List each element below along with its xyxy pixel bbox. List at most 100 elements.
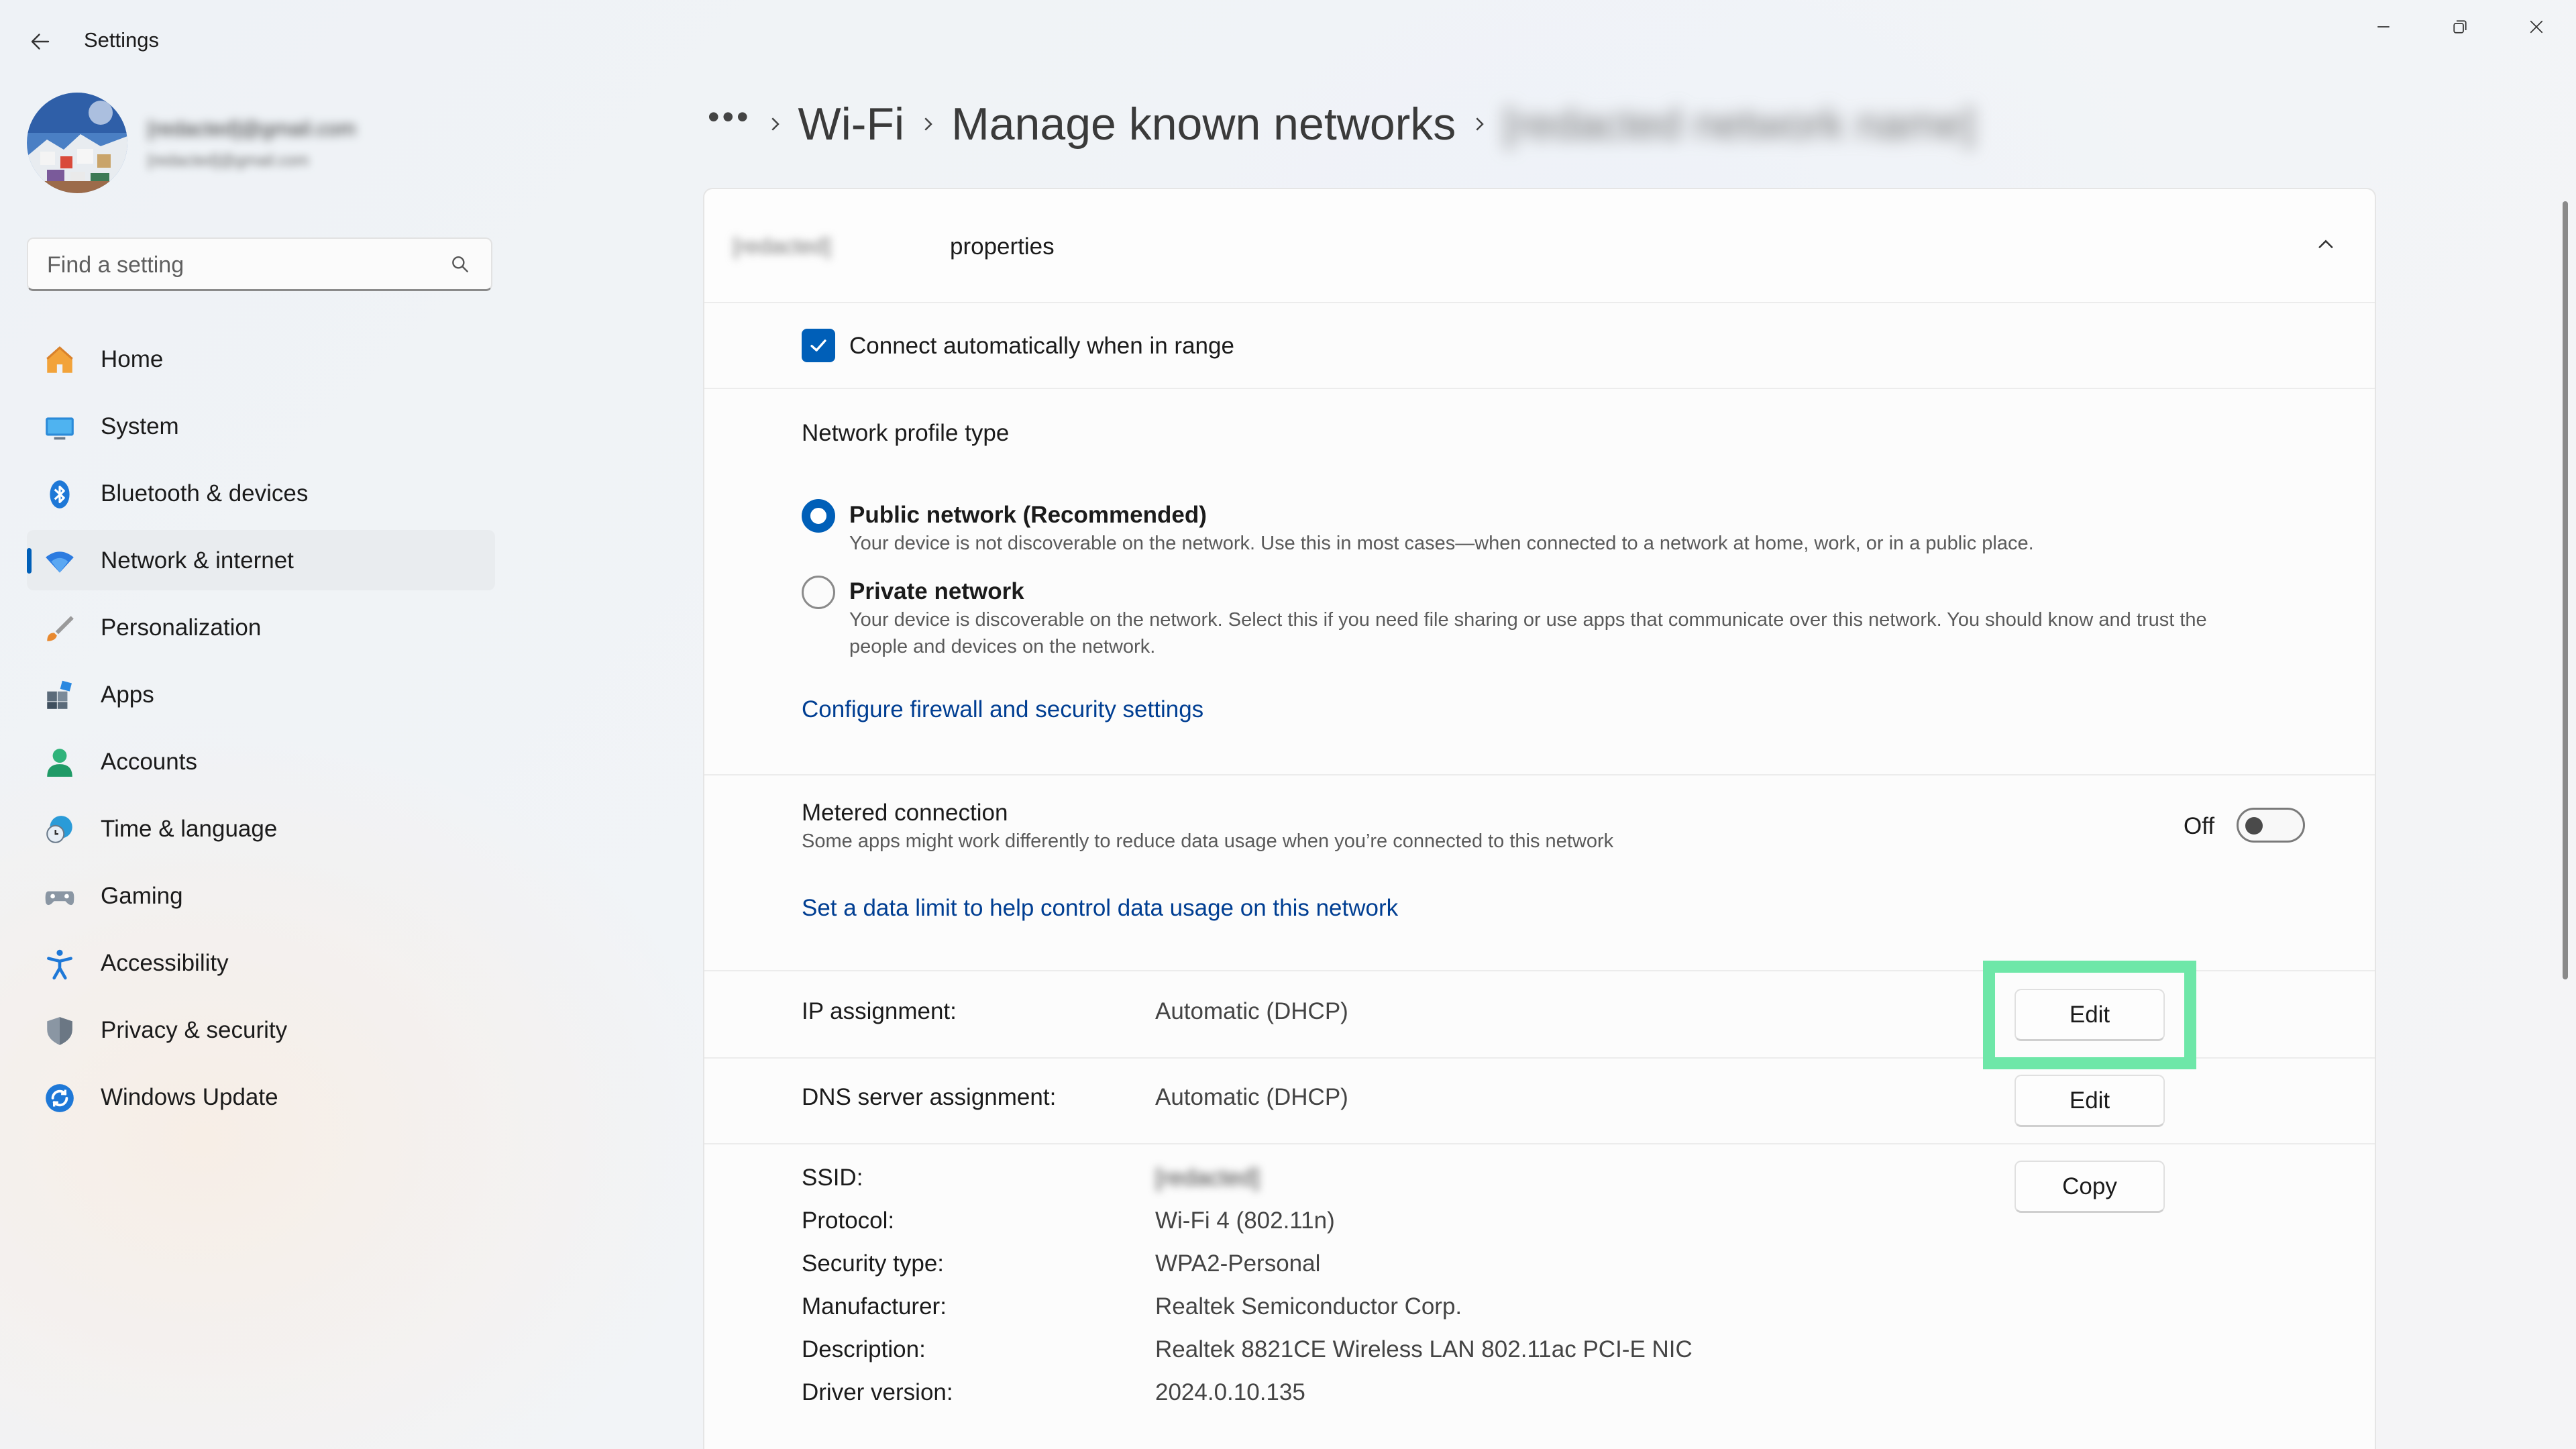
network-name: [redacted] xyxy=(733,233,831,258)
back-button[interactable] xyxy=(20,21,60,62)
sidebar-item-label: System xyxy=(101,413,179,439)
properties-header[interactable]: [redacted] properties xyxy=(704,189,2375,303)
properties-title: properties xyxy=(950,233,1055,260)
sidebar-item-network[interactable]: Network & internet xyxy=(27,530,495,590)
minimize-button[interactable] xyxy=(2347,0,2420,54)
breadcrumb: ••• Wi-Fi Manage known networks [redacte… xyxy=(708,94,1976,154)
network-profile-type-heading: Network profile type xyxy=(802,420,1010,446)
security-type-value: WPA2-Personal xyxy=(1155,1250,1321,1277)
restore-button[interactable] xyxy=(2423,0,2497,54)
sidebar-item-bluetooth[interactable]: Bluetooth & devices xyxy=(27,463,495,523)
checkmark-icon xyxy=(810,339,826,352)
breadcrumb-more-button[interactable]: ••• xyxy=(708,97,751,136)
accessibility-icon xyxy=(43,947,76,981)
public-network-radio[interactable] xyxy=(802,499,835,533)
sidebar-item-label: Apps xyxy=(101,682,154,708)
sidebar-item-label: Bluetooth & devices xyxy=(101,480,309,506)
breadcrumb-manage-known-networks[interactable]: Manage known networks xyxy=(951,98,1456,150)
brush-icon xyxy=(43,612,76,645)
sidebar-item-accessibility[interactable]: Accessibility xyxy=(27,932,495,993)
sidebar-item-gaming[interactable]: Gaming xyxy=(27,865,495,926)
copy-button[interactable]: Copy xyxy=(2015,1161,2165,1213)
chevron-right-icon xyxy=(904,114,951,134)
network-properties-card: [redacted] properties Connect automatica… xyxy=(703,188,2376,1449)
sidebar-item-time-language[interactable]: Time & language xyxy=(27,798,495,859)
data-limit-link[interactable]: Set a data limit to help control data us… xyxy=(802,895,1398,922)
private-network-description: Your device is discoverable on the netwo… xyxy=(849,609,2207,631)
system-icon xyxy=(43,411,76,444)
profile-name: [redacted]@gmail.com xyxy=(148,117,356,140)
scrollbar[interactable] xyxy=(2563,201,2568,979)
ip-assignment-edit-button[interactable]: Edit xyxy=(2015,989,2165,1041)
protocol-value: Wi-Fi 4 (802.11n) xyxy=(1155,1208,1335,1234)
breadcrumb-wifi[interactable]: Wi-Fi xyxy=(798,98,905,150)
person-icon xyxy=(43,746,76,780)
bluetooth-icon xyxy=(43,478,76,511)
close-button[interactable] xyxy=(2500,0,2573,54)
public-network-label: Public network (Recommended) xyxy=(849,502,1207,528)
sidebar-item-windows-update[interactable]: Windows Update xyxy=(27,1067,495,1127)
divider xyxy=(704,1143,2375,1144)
metered-connection-description: Some apps might work differently to redu… xyxy=(802,830,1614,852)
app-title: Settings xyxy=(84,28,160,52)
ssid-label: SSID: xyxy=(802,1165,863,1191)
settings-window: Settings [redacted]@gmail.com [redacted]… xyxy=(0,0,2576,1449)
chevron-up-icon xyxy=(2318,239,2333,249)
metered-toggle-state: Off xyxy=(2184,813,2215,839)
dns-assignment-edit-button[interactable]: Edit xyxy=(2015,1075,2165,1127)
manufacturer-value: Realtek Semiconductor Corp. xyxy=(1155,1293,1462,1320)
sidebar-item-label: Time & language xyxy=(101,816,278,842)
driver-version-value: 2024.0.10.135 xyxy=(1155,1379,1305,1405)
clock-globe-icon xyxy=(43,813,76,847)
shield-icon xyxy=(43,1014,76,1048)
sidebar-item-apps[interactable]: Apps xyxy=(27,664,495,724)
divider xyxy=(704,774,2375,775)
restore-icon xyxy=(2453,20,2467,34)
avatar xyxy=(27,93,127,193)
dns-assignment-value: Automatic (DHCP) xyxy=(1155,1084,1348,1110)
sidebar-item-personalization[interactable]: Personalization xyxy=(27,597,495,657)
sidebar-item-label: Windows Update xyxy=(101,1084,278,1110)
gamepad-icon xyxy=(43,880,76,914)
sidebar-nav: Home System Bluetooth & devices Network … xyxy=(27,329,496,1134)
search-box[interactable] xyxy=(27,237,492,291)
description-value: Realtek 8821CE Wireless LAN 802.11ac PCI… xyxy=(1155,1336,1693,1362)
private-network-radio[interactable] xyxy=(802,576,835,609)
sidebar-item-label: Accessibility xyxy=(101,950,229,976)
protocol-label: Protocol: xyxy=(802,1208,895,1234)
search-icon[interactable] xyxy=(449,254,471,275)
connect-automatically-label: Connect automatically when in range xyxy=(849,333,1234,359)
wifi-icon xyxy=(43,545,76,578)
metered-connection-toggle[interactable] xyxy=(2237,808,2305,843)
title-bar: Settings xyxy=(0,0,2576,80)
connect-automatically-checkbox[interactable] xyxy=(802,329,835,362)
configure-firewall-link[interactable]: Configure firewall and security settings xyxy=(802,696,1203,723)
profile-email: [redacted]@gmail.com xyxy=(148,152,309,170)
divider xyxy=(704,388,2375,389)
minimize-icon xyxy=(2377,26,2390,28)
ip-assignment-value: Automatic (DHCP) xyxy=(1155,998,1348,1024)
sidebar-item-system[interactable]: System xyxy=(27,396,495,456)
metered-connection-label: Metered connection xyxy=(802,800,1008,826)
collapse-button[interactable] xyxy=(2302,221,2349,268)
search-input[interactable] xyxy=(46,239,424,291)
ip-assignment-label: IP assignment: xyxy=(802,998,957,1024)
manufacturer-label: Manufacturer: xyxy=(802,1293,947,1320)
sidebar-item-privacy[interactable]: Privacy & security xyxy=(27,1000,495,1060)
divider xyxy=(704,970,2375,971)
sidebar-item-label: Home xyxy=(101,346,164,372)
chevron-right-icon xyxy=(751,114,798,134)
breadcrumb-current-network: [redacted network name] xyxy=(1503,100,1976,148)
sidebar-item-label: Accounts xyxy=(101,749,197,775)
back-arrow-icon xyxy=(31,34,50,50)
apps-icon xyxy=(43,679,76,712)
sidebar-item-label: Gaming xyxy=(101,883,183,909)
sidebar-item-home[interactable]: Home xyxy=(27,329,495,389)
sidebar-item-label: Privacy & security xyxy=(101,1017,288,1043)
user-profile[interactable]: [redacted]@gmail.com [redacted]@gmail.co… xyxy=(27,93,496,193)
update-icon xyxy=(43,1081,76,1115)
close-icon xyxy=(2530,20,2543,34)
sidebar-item-accounts[interactable]: Accounts xyxy=(27,731,495,792)
description-label: Description: xyxy=(802,1336,926,1362)
toggle-knob xyxy=(2245,817,2263,835)
